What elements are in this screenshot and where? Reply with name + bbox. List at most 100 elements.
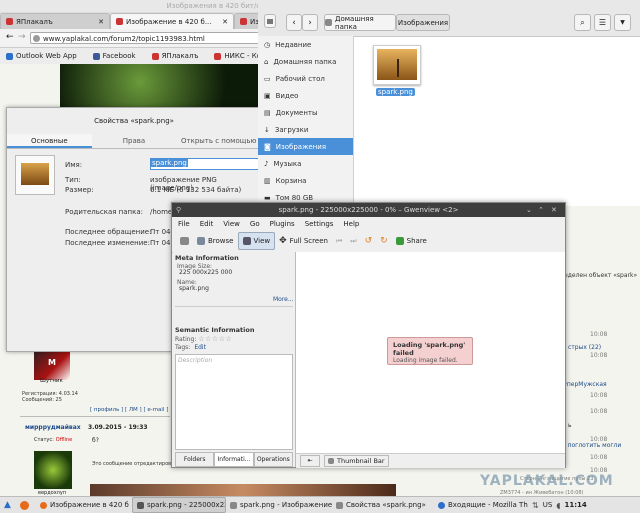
sidebar-item-recent[interactable]: ◷ Недавние bbox=[258, 36, 353, 53]
sidebar-item-documents[interactable]: ▤ Документы bbox=[258, 104, 353, 121]
forward-button[interactable]: › bbox=[302, 14, 318, 31]
file-item-label: spark.png bbox=[376, 88, 415, 96]
network-icon[interactable]: ⇅ bbox=[532, 501, 539, 510]
name-value: spark.png bbox=[151, 159, 188, 167]
keyboard-layout[interactable]: US bbox=[543, 501, 553, 509]
tags-row: Tags: Edit bbox=[175, 344, 206, 351]
menu-go[interactable]: Go bbox=[250, 220, 260, 228]
tags-edit-link[interactable]: Edit bbox=[194, 344, 206, 351]
path-pictures-button[interactable]: Изображения bbox=[396, 14, 450, 31]
properties-icon bbox=[336, 501, 343, 509]
rotate-right-icon: ↻ bbox=[380, 236, 388, 246]
back-icon[interactable]: ← bbox=[6, 32, 14, 42]
sidebar-item-home[interactable]: ⌂ Домашняя папка bbox=[258, 53, 353, 70]
volume-icon[interactable]: ◖ bbox=[556, 501, 560, 510]
menu-button[interactable] bbox=[264, 14, 276, 28]
snippet-link[interactable]: а поглотить могли bbox=[562, 442, 621, 449]
path-home-button[interactable]: Домашняя папка bbox=[324, 14, 396, 31]
back-button[interactable]: ‹ bbox=[286, 14, 302, 31]
taskbar-item-image-viewer[interactable]: spark.png - Изображение <2> bbox=[226, 498, 332, 512]
menu-plugins[interactable]: Plugins bbox=[270, 220, 295, 228]
fullscreen-button[interactable]: ✥ Full Screen bbox=[275, 233, 332, 249]
sidebar-item-music[interactable]: ♪ Музыка bbox=[258, 155, 353, 172]
tab-label: ЯПлакалъ bbox=[16, 17, 53, 26]
author-link[interactable]: мирррудмайвах bbox=[25, 424, 81, 431]
launcher-firefox[interactable] bbox=[16, 498, 36, 512]
snippet-time: 10:08 bbox=[590, 352, 608, 359]
chevron-left-icon: ‹ bbox=[292, 17, 296, 28]
thumbnail-bar-toggle[interactable]: Thumbnail Bar bbox=[324, 455, 389, 467]
taskbar-item-label: Свойства «spark.png» bbox=[346, 501, 426, 509]
file-item-spark[interactable] bbox=[373, 45, 421, 85]
menu-edit[interactable]: Edit bbox=[200, 220, 214, 228]
button-label: View bbox=[253, 237, 271, 245]
taskbar-item-gwenview[interactable]: spark.png - 225000x22... bbox=[132, 497, 226, 513]
rotate-right-button[interactable]: ↻ bbox=[376, 233, 392, 249]
pin-icon[interactable]: ⚲ bbox=[176, 203, 181, 217]
toggle-sidebar-button[interactable]: ⇤ bbox=[300, 455, 320, 467]
sidebar-item-label: Домашняя папка bbox=[273, 57, 337, 66]
rating-stars[interactable]: ☆☆☆☆☆ bbox=[198, 335, 232, 343]
clock[interactable]: 11:14 bbox=[565, 501, 587, 509]
start-menu-button[interactable]: ▲ bbox=[0, 498, 16, 512]
fullscreen-icon: ✥ bbox=[279, 236, 287, 246]
rotate-left-button[interactable]: ↺ bbox=[361, 233, 377, 249]
description-textarea[interactable]: Description bbox=[175, 354, 293, 450]
view-menu-button[interactable]: ▼ bbox=[614, 14, 631, 31]
taskbar-item-label: spark.png - 225000x22... bbox=[147, 501, 225, 509]
bookmark-yaplakal[interactable]: ЯПлакалъ bbox=[151, 52, 198, 60]
thumbnail-bar-label: Thumbnail Bar bbox=[337, 457, 385, 465]
outlook-icon bbox=[6, 52, 13, 60]
menu-settings[interactable]: Settings bbox=[305, 220, 334, 228]
more-link[interactable]: More... bbox=[273, 296, 294, 303]
image-size-value: 225 000x225 000 bbox=[179, 269, 233, 276]
snippet-time: 10:08 bbox=[590, 392, 608, 399]
sidebar-item-desktop[interactable]: ▭ Рабочий стол bbox=[258, 70, 353, 87]
dialog-title: Свойства «spark.png» bbox=[94, 117, 174, 125]
taskbar-item-properties[interactable]: Свойства «spark.png» bbox=[332, 498, 434, 512]
search-button[interactable]: ⌕ bbox=[574, 14, 591, 31]
tab-folders[interactable]: Folders bbox=[175, 452, 215, 467]
snippet-link[interactable]: стрых (22) bbox=[568, 344, 601, 351]
file-thumbnail bbox=[15, 155, 55, 195]
menu-view[interactable]: View bbox=[223, 220, 240, 228]
tab-operations[interactable]: Operations bbox=[253, 452, 293, 467]
browse-button[interactable]: Browse bbox=[193, 233, 238, 249]
previous-button[interactable]: ⏮ bbox=[332, 233, 346, 249]
sidebar-item-video[interactable]: ▣ Видео bbox=[258, 87, 353, 104]
menu-help[interactable]: Help bbox=[343, 220, 359, 228]
tab-yaplakal[interactable]: ЯПлакалъ ✕ bbox=[0, 13, 110, 29]
bookmark-facebook[interactable]: Facebook bbox=[92, 52, 136, 60]
user-actions[interactable]: [ профиль ] [ ЛМ ] [ e-mail ] bbox=[90, 407, 168, 413]
forward-icon[interactable]: → bbox=[18, 32, 26, 42]
tab-basic[interactable]: Основные bbox=[7, 134, 92, 148]
sidebar-item-trash[interactable]: ▥ Корзина bbox=[258, 172, 353, 189]
status-label: Статус: bbox=[34, 437, 54, 443]
share-button[interactable]: Share bbox=[392, 233, 431, 249]
home-button[interactable] bbox=[176, 233, 193, 249]
view-list-button[interactable]: ☰ bbox=[594, 14, 611, 31]
snippet-link[interactable]: суперМужская bbox=[560, 381, 607, 388]
button-label: Share bbox=[406, 237, 427, 245]
view-button[interactable]: View bbox=[237, 232, 276, 250]
minimize-icon[interactable]: ⌄ bbox=[526, 203, 532, 217]
sidebar-item-pictures[interactable]: ◙ Изображения bbox=[258, 138, 353, 155]
maximize-icon[interactable]: ⌃ bbox=[538, 203, 544, 217]
name-field[interactable]: spark.png bbox=[150, 158, 261, 170]
close-icon[interactable]: ✕ bbox=[222, 18, 228, 26]
taskbar-item-thunderbird[interactable]: Входящие - Mozilla Thu... bbox=[434, 498, 528, 512]
tab-information[interactable]: Informati... bbox=[214, 452, 254, 467]
tab-permissions[interactable]: Права bbox=[92, 134, 177, 148]
close-icon[interactable]: ✕ bbox=[551, 203, 557, 217]
url-input[interactable]: www.yaplakal.com/forum2/topic1193983.htm… bbox=[30, 32, 270, 44]
tab-open-with[interactable]: Открыть с помощью bbox=[176, 134, 261, 148]
next-button[interactable]: ⏭ bbox=[346, 233, 360, 249]
tab-image-420[interactable]: Изображение в 420 б... ✕ bbox=[110, 13, 234, 29]
menu-file[interactable]: File bbox=[178, 220, 190, 228]
banner-image bbox=[60, 64, 260, 108]
taskbar-item-firefox[interactable]: Изображение в 420 б bbox=[36, 498, 132, 512]
sidebar-item-downloads[interactable]: ↓ Загрузки bbox=[258, 121, 353, 138]
close-icon[interactable]: ✕ bbox=[98, 18, 104, 26]
post-image bbox=[90, 484, 396, 496]
bookmark-outlook[interactable]: Outlook Web App bbox=[6, 52, 77, 60]
